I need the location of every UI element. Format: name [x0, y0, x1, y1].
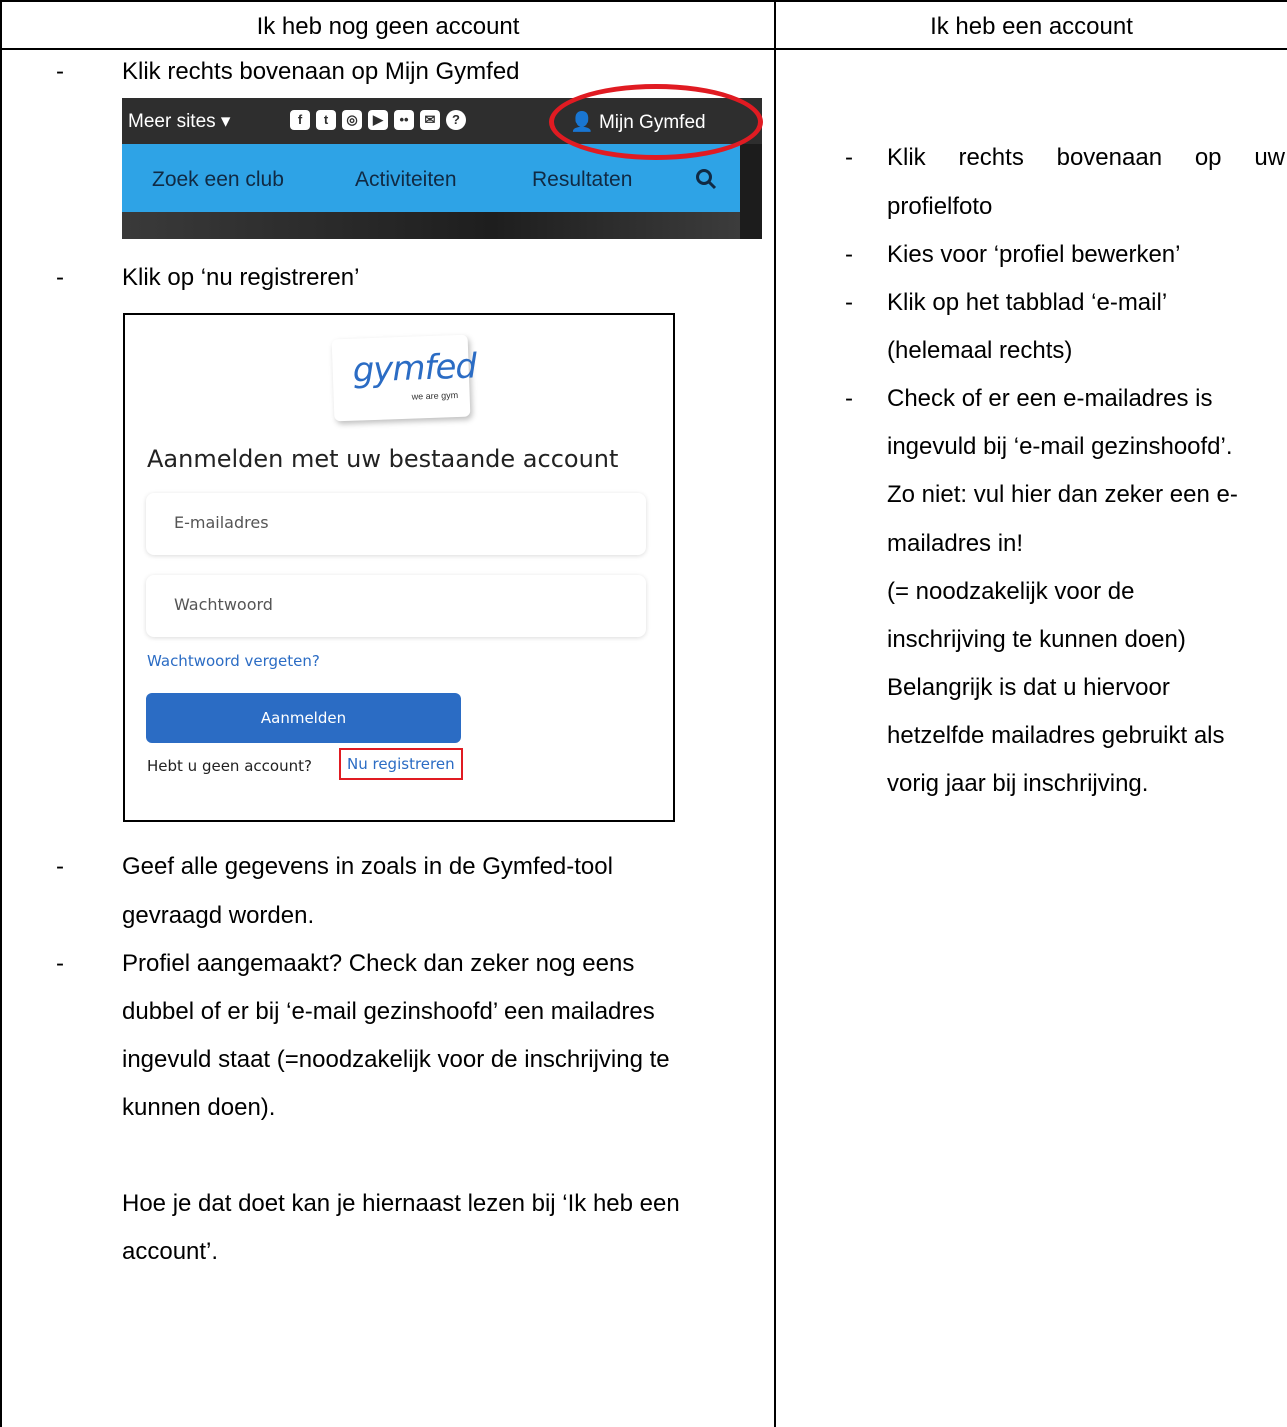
register-link[interactable]: Nu registreren: [339, 748, 463, 780]
facebook-icon[interactable]: f: [290, 110, 310, 130]
right-column: [776, 0, 1287, 1427]
right-step-4-line-5: (= noodzakelijk voor de: [887, 578, 1135, 605]
nav-item-find-club[interactable]: Zoek een club: [152, 168, 284, 192]
left-step-3-line-1: Geef alle gegevens in zoals in de Gymfed…: [122, 853, 613, 880]
table-header-border: [0, 48, 1287, 50]
bullet-dash: -: [56, 853, 64, 880]
left-step-4-line-4: kunnen doen).: [122, 1094, 276, 1121]
login-title: Aanmelden met uw bestaande account: [147, 445, 619, 473]
left-step-4-line-1: Profiel aangemaakt? Check dan zeker nog …: [122, 950, 635, 977]
table-top-border: [0, 0, 1287, 2]
flickr-icon[interactable]: ••: [394, 110, 414, 130]
forgot-password-link[interactable]: Wachtwoord vergeten?: [147, 652, 320, 670]
bullet-dash: -: [845, 289, 853, 316]
youtube-icon[interactable]: ▶: [368, 110, 388, 130]
right-step-4-line-3: Zo niet: vul hier dan zeker een e-: [887, 481, 1238, 508]
nav-hero-edge: [122, 212, 740, 239]
right-step-1-line-2: profielfoto: [887, 193, 993, 220]
bullet-dash: -: [56, 58, 64, 85]
login-button[interactable]: Aanmelden: [146, 693, 461, 743]
mail-icon[interactable]: ✉: [420, 110, 440, 130]
right-step-4-line-9: vorig jaar bij inschrijving.: [887, 770, 1149, 797]
nav-scrollbar-strip: [740, 144, 762, 239]
logo-tagline: we are gym: [411, 390, 459, 402]
right-step-4-line-7: Belangrijk is dat u hiervoor: [887, 674, 1170, 701]
bullet-dash: -: [845, 144, 853, 171]
right-step-3-line-1: Klik op het tabblad ‘e-mail’: [887, 289, 1168, 316]
right-step-2: Kies voor ‘profiel bewerken’: [887, 241, 1181, 268]
help-icon[interactable]: ?: [446, 110, 466, 130]
password-placeholder: Wachtwoord: [174, 595, 273, 614]
nav-item-results[interactable]: Resultaten: [532, 168, 632, 192]
bullet-dash: -: [56, 264, 64, 291]
twitter-icon[interactable]: t: [316, 110, 336, 130]
bullet-dash: -: [845, 385, 853, 412]
more-sites-menu[interactable]: Meer sites ▾: [128, 110, 230, 133]
left-step-4-line-3: ingevuld staat (=noodzakelijk voor de in…: [122, 1046, 670, 1073]
gymfed-logo: gymfed we are gym: [331, 334, 477, 422]
left-step-1: Klik rechts bovenaan op Mijn Gymfed: [122, 58, 520, 85]
right-step-4-line-1: Check of er een e-mailadres is: [887, 385, 1213, 412]
logo-text: gymfed: [352, 346, 477, 391]
login-screenshot: gymfed we are gym Aanmelden met uw besta…: [123, 313, 675, 822]
password-field[interactable]: Wachtwoord: [146, 575, 646, 637]
instruction-table: Ik heb nog geen account Ik heb een accou…: [0, 0, 1287, 1427]
left-note-line-1: Hoe je dat doet kan je hiernaast lezen b…: [122, 1190, 680, 1217]
right-step-1-line-1: Klik rechts bovenaan op uw: [887, 144, 1285, 171]
bullet-dash: -: [845, 241, 853, 268]
nav-item-activities[interactable]: Activiteiten: [355, 168, 457, 192]
left-step-4-line-2: dubbel of er bij ‘e-mail gezinshoofd’ ee…: [122, 998, 655, 1025]
right-step-4-line-8: hetzelfde mailadres gebruikt als: [887, 722, 1225, 749]
social-icons: f t ◎ ▶ •• ✉ ?: [290, 110, 466, 130]
email-field[interactable]: E-mailadres: [146, 493, 646, 555]
left-step-3-line-2: gevraagd worden.: [122, 902, 315, 929]
left-step-2: Klik op ‘nu registreren’: [122, 264, 360, 291]
header-no-account: Ik heb nog geen account: [256, 13, 520, 40]
email-placeholder: E-mailadres: [174, 513, 269, 532]
right-step-4-line-4: mailadres in!: [887, 530, 1024, 557]
bullet-dash: -: [56, 950, 64, 977]
no-account-text: Hebt u geen account?: [147, 757, 312, 775]
right-step-4-line-6: inschrijving te kunnen doen): [887, 626, 1186, 653]
left-note-line-2: account’.: [122, 1238, 219, 1265]
right-step-4-line-2: ingevuld bij ‘e-mail gezinshoofd’.: [887, 433, 1233, 460]
header-has-account: Ik heb een account: [930, 13, 1133, 40]
right-step-3-line-2: (helemaal rechts): [887, 337, 1073, 364]
search-icon[interactable]: [695, 168, 717, 190]
instagram-icon[interactable]: ◎: [342, 110, 362, 130]
highlight-ellipse: [549, 84, 763, 160]
